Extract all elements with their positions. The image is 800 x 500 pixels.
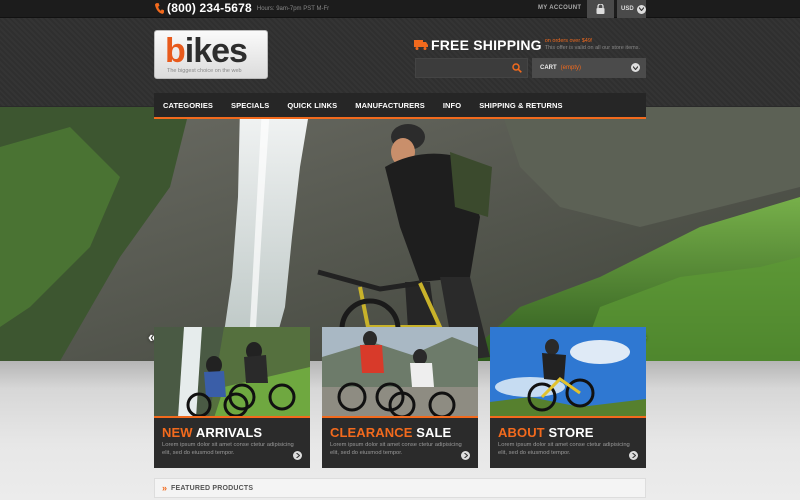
search-input[interactable] (416, 61, 511, 80)
shipping-title: FREE SHIPPING (431, 37, 542, 53)
cart-dropdown[interactable]: CART (empty) (532, 58, 646, 78)
promo-card-clearance-sale[interactable]: CLEARANCE SALE Lorem ipsum dolor sit ame… (322, 327, 478, 468)
shipping-details: on orders over $49! This offer is valid … (545, 38, 640, 52)
shipping-note: This offer is valid on all our store ite… (544, 45, 641, 51)
truck-icon (414, 40, 428, 50)
phone-icon (155, 2, 164, 14)
promo-title-rest: STORE (548, 425, 594, 440)
nav-item-specials[interactable]: SPECIALS (222, 93, 278, 117)
promo-image (490, 327, 646, 418)
free-shipping-banner: FREE SHIPPING on orders over $49! This o… (414, 37, 640, 53)
phone-number: (800) 234-5678 (167, 1, 252, 15)
hero-slider: « » (0, 107, 800, 361)
logo-tagline: The biggest choice on the web (167, 68, 242, 74)
featured-products-title: FEATURED PRODUCTS (171, 484, 254, 492)
nav-item-info[interactable]: INFO (434, 93, 470, 117)
my-account-link[interactable]: MY ACCOUNT (538, 5, 581, 11)
currency-label: USD (621, 6, 634, 12)
logo-wordmark: bikes (165, 32, 248, 71)
promo-title-highlight: ABOUT (498, 425, 545, 440)
nav-item-shipping-returns[interactable]: SHIPPING & RETURNS (470, 93, 571, 117)
promo-title-highlight: CLEARANCE (330, 425, 413, 440)
featured-products-header: » FEATURED PRODUCTS (154, 478, 646, 498)
search-icon[interactable] (512, 63, 522, 73)
promo-description: Lorem ipsum dolor sit amet conse ctetur … (330, 442, 462, 456)
search-box (415, 58, 528, 80)
promo-image (322, 327, 478, 418)
chevron-down-icon (636, 4, 646, 14)
promo-title-rest: ARRIVALS (195, 425, 263, 440)
cart-label: CART (540, 65, 557, 71)
promo-title: NEW ARRIVALS (162, 425, 262, 440)
top-bar: (800) 234-5678 Hours: 9am-7pm PST M-Fr M… (0, 0, 800, 18)
login-button[interactable] (587, 0, 614, 18)
promo-card-new-arrivals[interactable]: NEW ARRIVALS Lorem ipsum dolor sit amet … (154, 327, 310, 468)
phone-block: (800) 234-5678 Hours: 9am-7pm PST M-Fr (155, 1, 329, 15)
shipping-offer: on orders over $49! (544, 38, 593, 44)
promo-description: Lorem ipsum dolor sit amet conse ctetur … (498, 442, 630, 456)
main-nav: CATEGORIES SPECIALS QUICK LINKS MANUFACT… (154, 93, 646, 119)
promo-image (154, 327, 310, 418)
promo-description: Lorem ipsum dolor sit amet conse ctetur … (162, 442, 294, 456)
chevron-right-icon[interactable] (461, 451, 470, 460)
logo-accent-letter: b (165, 32, 186, 70)
logo[interactable]: bikes The biggest choice on the web (154, 30, 268, 79)
store-hours: Hours: 9am-7pm PST M-Fr (256, 6, 330, 12)
nav-item-manufacturers[interactable]: MANUFACTURERS (346, 93, 434, 117)
promo-title-highlight: NEW (162, 425, 193, 440)
double-chevron-icon: » (162, 483, 167, 493)
chevron-down-icon (631, 63, 640, 72)
promo-title-rest: SALE (416, 425, 452, 440)
lock-icon (596, 4, 605, 14)
promo-title: CLEARANCE SALE (330, 425, 451, 440)
cart-status: (empty) (560, 65, 582, 71)
hero-image (0, 107, 800, 361)
logo-rest: ikes (184, 32, 248, 70)
chevron-right-icon[interactable] (629, 451, 638, 460)
promo-card-about-store[interactable]: ABOUT STORE Lorem ipsum dolor sit amet c… (490, 327, 646, 468)
nav-item-quick-links[interactable]: QUICK LINKS (278, 93, 346, 117)
nav-item-categories[interactable]: CATEGORIES (154, 93, 222, 117)
promo-title: ABOUT STORE (498, 425, 594, 440)
currency-selector[interactable]: USD (617, 0, 646, 18)
chevron-right-icon[interactable] (293, 451, 302, 460)
